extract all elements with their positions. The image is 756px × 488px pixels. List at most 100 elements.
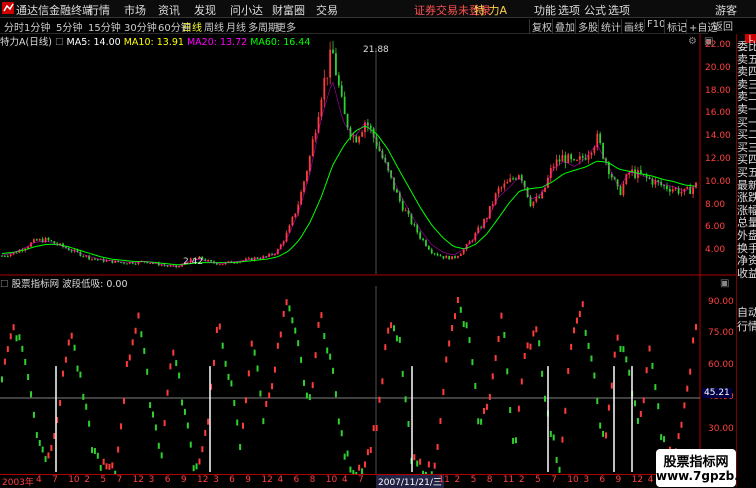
date-tick-label: 5: [470, 475, 477, 485]
multi-stock-button[interactable]: 多股: [575, 19, 598, 34]
side-panel-item[interactable]: 买二: [737, 128, 756, 141]
side-panel-item[interactable]: 涨跌: [737, 191, 756, 204]
candle-body: [657, 180, 660, 182]
price-tick-label: 18.00: [705, 85, 731, 96]
candle-body: [134, 263, 137, 265]
sub-bar: [549, 430, 552, 437]
sub-bar: [140, 331, 143, 338]
candle-body: [619, 186, 622, 195]
side-panel-item[interactable]: 净资: [737, 254, 756, 267]
candle-body: [38, 239, 41, 241]
sub-bar: [91, 447, 94, 454]
sub-bar: [134, 327, 137, 334]
menu-function[interactable]: 功能: [534, 2, 556, 18]
draw-button[interactable]: 画线: [621, 19, 644, 34]
sub-bar: [120, 423, 123, 430]
sub-bar: [215, 326, 218, 333]
period-30min[interactable]: 30分钟: [124, 19, 157, 34]
menu-ask[interactable]: 问小达: [230, 2, 263, 18]
period-weekly[interactable]: 周线: [204, 19, 224, 34]
side-panel-item[interactable]: 卖二: [737, 90, 756, 103]
sub-bar: [616, 334, 619, 341]
sub-bar: [21, 345, 24, 352]
guest-label[interactable]: 游客: [715, 2, 737, 18]
candle-body: [558, 159, 561, 162]
candle-body: [413, 224, 416, 226]
side-panel-item[interactable]: 总量: [737, 216, 756, 229]
sub-bar: [561, 436, 564, 443]
menu-discover[interactable]: 发现: [194, 2, 216, 18]
candle-body: [102, 258, 105, 262]
date-tick-label: 12: [132, 475, 145, 485]
panel-auto[interactable]: 自动: [737, 306, 756, 319]
f10-button[interactable]: F10: [644, 19, 665, 30]
candle-body: [497, 188, 500, 194]
side-panel-item[interactable]: 买一: [737, 116, 756, 129]
menu-market[interactable]: 市场: [124, 2, 146, 18]
candle-body: [666, 185, 668, 190]
kline-chart[interactable]: [0, 34, 736, 487]
period-more[interactable]: 更多: [276, 19, 296, 34]
candle-body: [320, 99, 323, 117]
sub-bar: [462, 321, 465, 328]
menu-news[interactable]: 资讯: [158, 2, 180, 18]
side-panel-item[interactable]: 买三: [737, 141, 756, 154]
sub-bar: [602, 430, 605, 437]
menu-options[interactable]: 选项: [558, 2, 580, 18]
stats-button[interactable]: 统计: [598, 19, 621, 34]
side-panel-item[interactable]: 换手: [737, 242, 756, 255]
side-panel-item[interactable]: 外盘: [737, 229, 756, 242]
panel-quotes[interactable]: 行情: [737, 320, 756, 333]
side-panel-item[interactable]: 买四: [737, 153, 756, 166]
adjust-button[interactable]: 复权: [529, 19, 552, 34]
side-panel-item[interactable]: 委比: [737, 40, 756, 53]
menu-formula[interactable]: 公式: [584, 2, 606, 18]
date-tick-label: 9: [180, 475, 187, 485]
side-panel-item[interactable]: 卖一: [737, 103, 756, 116]
period-1min[interactable]: 1分钟: [24, 19, 50, 34]
period-15min[interactable]: 15分钟: [88, 19, 121, 34]
sub-bar: [384, 344, 387, 351]
menu-wealth[interactable]: 财富圈: [272, 2, 305, 18]
sub-bar: [227, 373, 230, 380]
period-monthly[interactable]: 月线: [226, 19, 246, 34]
side-panel-item[interactable]: 卖三: [737, 78, 756, 91]
mark-button[interactable]: 标记: [664, 19, 687, 34]
date-tick-label: 7: [357, 475, 364, 485]
sub-bar: [163, 420, 166, 427]
candle-body: [692, 187, 694, 194]
sub-bar: [201, 446, 204, 453]
sub-bar: [372, 425, 375, 432]
sub-bar: [436, 443, 439, 450]
sub-bar: [596, 398, 599, 405]
side-panel-item[interactable]: 卖四: [737, 65, 756, 78]
candle-body: [125, 263, 128, 265]
side-panel-item[interactable]: 收益: [737, 267, 756, 280]
side-panel-item[interactable]: 涨幅: [737, 204, 756, 217]
sub-bar: [337, 418, 340, 425]
sub-bar: [146, 368, 149, 375]
candle-body: [361, 132, 363, 137]
sub-bar: [474, 382, 477, 389]
period-5min[interactable]: 5分钟: [56, 19, 82, 34]
sub-bar: [108, 463, 111, 470]
side-panel-item[interactable]: 卖五: [737, 53, 756, 66]
candle-body: [44, 237, 47, 243]
sub-bar: [555, 456, 558, 463]
period-tick[interactable]: 分时: [4, 19, 24, 34]
side-panel-item[interactable]: 最新: [737, 179, 756, 192]
date-tick-label: 10: [325, 475, 338, 485]
side-panel-item[interactable]: 买五: [737, 166, 756, 179]
back-button[interactable]: 返回: [713, 18, 733, 33]
sub-indicator-bars: [1, 297, 697, 478]
period-daily[interactable]: 日线: [182, 19, 202, 34]
sub-bar: [64, 356, 67, 363]
period-multi[interactable]: 多周期: [248, 19, 278, 34]
menu-quotes[interactable]: 行情: [88, 2, 110, 18]
candle-body: [343, 96, 346, 115]
menu-trade[interactable]: 交易: [316, 2, 338, 18]
menu-options-2[interactable]: 选项: [608, 2, 630, 18]
date-tick-label: 4: [647, 475, 654, 485]
low-annotation: 2.42: [183, 257, 204, 267]
overlay-button[interactable]: 叠加: [552, 19, 575, 34]
